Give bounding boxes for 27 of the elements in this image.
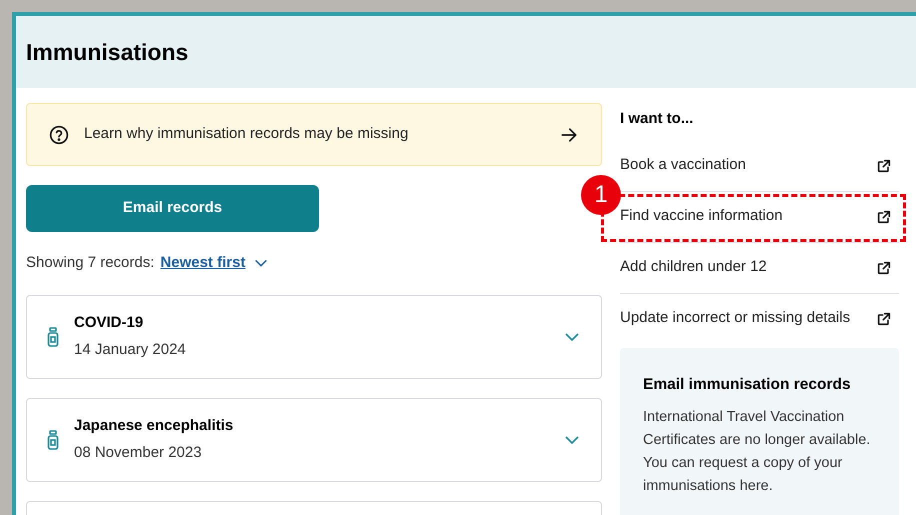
info-card-text: International Travel Vaccination Certificates are no longer available. You can request a copy of your immunisations here. bbox=[643, 408, 872, 496]
external-link-icon bbox=[876, 208, 892, 224]
external-link-icon bbox=[876, 260, 892, 276]
sidebar-link[interactable]: Book a vaccination bbox=[620, 140, 899, 190]
vial-icon bbox=[47, 430, 59, 450]
page-title: Immunisations bbox=[26, 38, 188, 67]
annotation-badge: 1 bbox=[581, 174, 621, 214]
vaccine-date: 08 November 2023 bbox=[74, 442, 203, 462]
question-icon bbox=[49, 124, 69, 144]
external-link-icon bbox=[876, 158, 892, 174]
external-link-icon bbox=[876, 310, 892, 326]
vaccine-name: Japanese encephalitis bbox=[74, 416, 234, 436]
sort-dropdown[interactable]: Newest first bbox=[160, 252, 270, 274]
record-card[interactable]: Japanese encephalitis 08 November 2023 bbox=[26, 398, 602, 482]
sidebar-link[interactable]: Find vaccine information bbox=[620, 192, 899, 242]
vial-icon bbox=[47, 326, 59, 346]
info-card-title: Email immunisation records bbox=[643, 374, 852, 394]
records-count: Showing 7 records: bbox=[26, 253, 154, 273]
record-card[interactable]: COVID-19 14 January 2024 bbox=[26, 294, 602, 378]
notice-text: Learn why immunisation records may be missing bbox=[84, 124, 410, 144]
sidebar-link[interactable]: Add children under 12 bbox=[620, 242, 899, 292]
sidebar-link[interactable]: Update incorrect or missing details bbox=[620, 294, 899, 344]
notice-banner[interactable]: Learn why immunisation records may be missing bbox=[26, 103, 602, 166]
vaccine-date: 14 January 2024 bbox=[74, 340, 187, 360]
email-records-button[interactable]: Email records bbox=[26, 185, 319, 232]
vaccine-name: COVID-19 bbox=[74, 313, 144, 333]
sidebar-heading: I want to... bbox=[620, 109, 694, 129]
